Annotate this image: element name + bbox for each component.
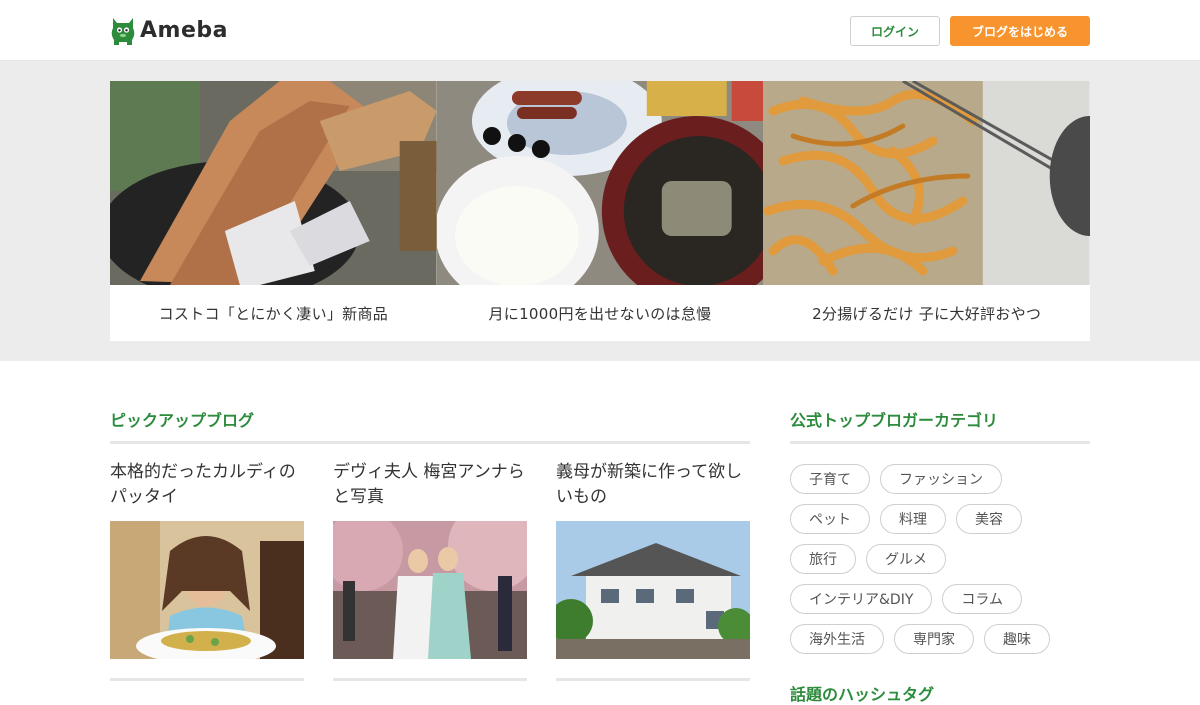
pickup-grid: 本格的だったカルディのパッタイ デヴィ夫人 梅宮アンナらと写真 義母が新築に作っ… [110, 460, 750, 659]
hero-card[interactable]: コストコ「とにかく凄い」新商品 [110, 81, 437, 341]
category-tag[interactable]: 専門家 [894, 624, 974, 654]
pickup-image-photo [333, 521, 527, 659]
category-tag[interactable]: 料理 [880, 504, 946, 534]
tag-row: 旅行 グルメ [790, 544, 1100, 574]
hero-caption: コストコ「とにかく凄い」新商品 [158, 304, 389, 323]
category-tags: 子育て ファッション ペット 料理 美容 旅行 グルメ インテリア&DIY コラ… [790, 464, 1100, 664]
start-blog-button[interactable]: ブログをはじめる [950, 16, 1090, 46]
pickup-item-divider [556, 678, 750, 681]
category-tag[interactable]: 美容 [956, 504, 1022, 534]
pickup-section-title: ピックアップブログ [110, 411, 255, 430]
category-tag[interactable]: コラム [942, 584, 1022, 614]
hero-image-bread [110, 81, 437, 285]
hashtags-section-title: 話題のハッシュタグ [790, 685, 935, 704]
pickup-item[interactable]: デヴィ夫人 梅宮アンナらと写真 [333, 460, 527, 659]
hero-band: コストコ「とにかく凄い」新商品 月に1000円を出せないのは怠慢 2分揚げるだけ… [0, 61, 1200, 361]
category-tag[interactable]: インテリア&DIY [790, 584, 933, 614]
hero-caption: 2分揚げるだけ 子に大好評おやつ [812, 304, 1042, 323]
category-tag[interactable]: グルメ [866, 544, 946, 574]
category-tag[interactable]: 子育て [790, 464, 870, 494]
pickup-item-divider [110, 678, 304, 681]
pickup-item-divider [333, 678, 527, 681]
pickup-item[interactable]: 義母が新築に作って欲しいもの [556, 460, 750, 659]
hero-card[interactable]: 月に1000円を出せないのは怠慢 [436, 81, 764, 341]
login-button[interactable]: ログイン [850, 16, 940, 46]
pickup-item-title: 義母が新築に作って欲しいもの [556, 462, 743, 507]
tag-row: インテリア&DIY コラム [790, 584, 1100, 614]
pickup-item-title: 本格的だったカルディのパッタイ [110, 462, 296, 507]
hero-card[interactable]: 2分揚げるだけ 子に大好評おやつ [763, 81, 1090, 341]
pickup-image-padthai [110, 521, 304, 659]
categories-divider [790, 441, 1090, 444]
category-tag[interactable]: ファッション [880, 464, 1002, 494]
hero-image-meal [436, 81, 764, 285]
categories-section-title: 公式トップブロガーカテゴリ [790, 411, 999, 430]
category-tag[interactable]: 旅行 [790, 544, 856, 574]
category-tag[interactable]: 海外生活 [790, 624, 884, 654]
logo-text: Ameba [140, 17, 228, 43]
ameba-mascot-icon [111, 18, 135, 45]
tag-row: 子育て ファッション [790, 464, 1100, 494]
category-tag[interactable]: 趣味 [984, 624, 1050, 654]
site-header: Ameba ログイン ブログをはじめる [0, 0, 1200, 61]
tag-row: 海外生活 専門家 趣味 [790, 624, 1100, 654]
pickup-item[interactable]: 本格的だったカルディのパッタイ [110, 460, 304, 659]
pickup-image-house [556, 521, 750, 659]
hero-caption: 月に1000円を出せないのは怠慢 [488, 304, 712, 323]
pickup-item-title: デヴィ夫人 梅宮アンナらと写真 [333, 462, 525, 507]
hero-image-snack [763, 81, 1090, 285]
hero-cards: コストコ「とにかく凄い」新商品 月に1000円を出せないのは怠慢 2分揚げるだけ… [110, 81, 1090, 341]
category-tag[interactable]: ペット [790, 504, 870, 534]
pickup-divider [110, 441, 750, 444]
ameba-logo[interactable]: Ameba [110, 14, 228, 46]
tag-row: ペット 料理 美容 [790, 504, 1100, 534]
